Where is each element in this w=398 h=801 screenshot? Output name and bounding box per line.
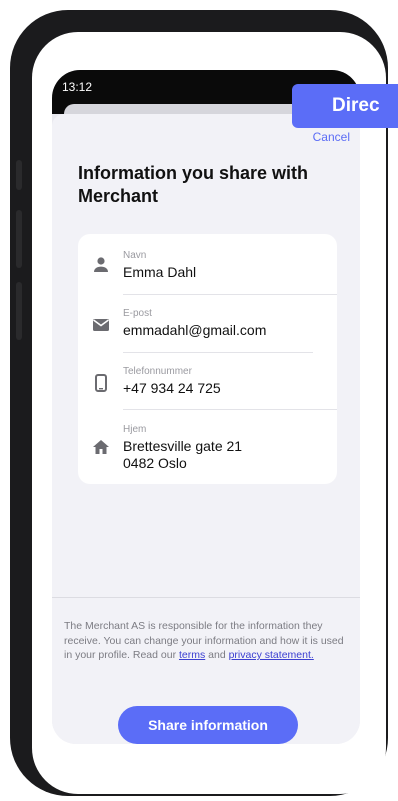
phone-volume-up-button	[16, 210, 22, 268]
mail-icon	[92, 316, 110, 334]
share-information-button[interactable]: Share information	[118, 706, 298, 744]
person-icon	[92, 256, 110, 274]
field-value: emmadahl@gmail.com	[123, 322, 267, 338]
field-value-line2: 0482 Oslo	[123, 455, 187, 471]
divider	[123, 409, 337, 410]
cancel-button[interactable]: Cancel	[313, 130, 350, 144]
status-time: 13:12	[62, 80, 93, 94]
home-icon	[92, 438, 110, 456]
legal-text: The Merchant AS is responsible for the i…	[64, 619, 352, 663]
field-label: E-post	[123, 308, 152, 319]
overlay-banner: Direc	[292, 84, 398, 128]
sheet-title: Information you share with Merchant	[78, 163, 309, 206]
privacy-statement-link[interactable]: privacy statement.	[229, 649, 314, 661]
field-label: Telefonnummer	[123, 366, 192, 377]
phone-screen: 13:12 Cancel Information you share with …	[52, 70, 360, 744]
field-name: Navn Emma Dahl	[78, 246, 337, 296]
share-info-sheet: Cancel Information you share with Mercha…	[52, 114, 360, 744]
phone-side-button	[16, 160, 22, 190]
field-value-line1: Brettesville gate 21	[123, 438, 243, 454]
divider	[123, 294, 337, 295]
field-email: E-post emmadahl@gmail.com	[78, 304, 337, 354]
footer-divider	[52, 597, 360, 598]
field-value: +47 934 24 725	[123, 380, 221, 396]
terms-link[interactable]: terms	[179, 649, 205, 661]
phone-volume-down-button	[16, 282, 22, 340]
legal-text-middle: and	[205, 649, 229, 661]
field-home: Hjem Brettesville gate 21 0482 Oslo	[78, 420, 337, 480]
field-label: Navn	[123, 250, 147, 261]
field-phone: Telefonnummer +47 934 24 725	[78, 362, 337, 412]
info-card: Navn Emma Dahl E-post emmadahl@gmail.com…	[78, 234, 337, 484]
divider	[123, 352, 313, 353]
field-label: Hjem	[123, 424, 147, 435]
phone-icon	[92, 374, 110, 392]
field-value: Emma Dahl	[123, 264, 197, 280]
